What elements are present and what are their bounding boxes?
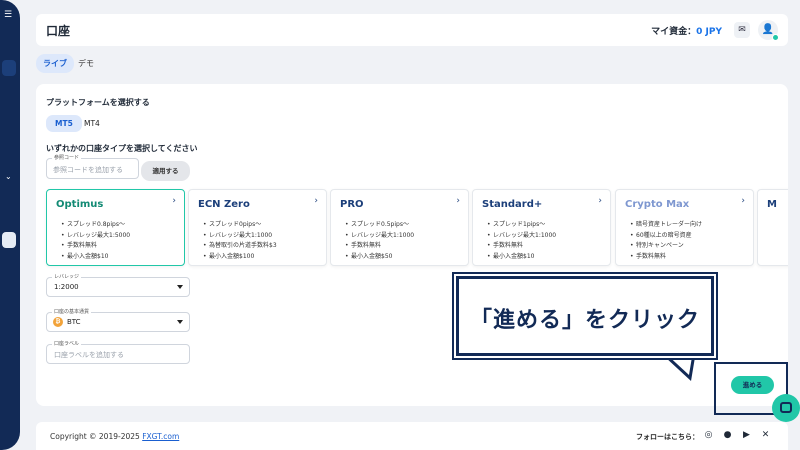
user-icon[interactable]: 👤	[758, 20, 779, 41]
account-label-label: 口座ラベル	[52, 340, 82, 347]
chat-icon	[780, 402, 792, 413]
next-button[interactable]: 進める	[731, 376, 774, 394]
page-title: 口座	[46, 24, 71, 38]
main-panel: プラットフォームを選択する MT5 MT4 いずれかの口座タイプを選択してくださ…	[36, 84, 788, 406]
account-type-heading: いずれかの口座タイプを選択してください	[46, 144, 198, 153]
caret-down-icon	[177, 320, 183, 324]
card-feature: レバレッジ最大1:1000	[487, 231, 556, 242]
card-feature: レバレッジ最大1:1000	[203, 231, 277, 242]
card-feature: 特別キャンペーン	[630, 241, 702, 252]
fund-amount: 0 JPY	[696, 27, 722, 37]
chat-button[interactable]	[772, 394, 800, 422]
facebook-icon[interactable]: ●	[722, 430, 733, 441]
card-feature: スプレッド1pips〜	[487, 220, 556, 231]
card-feature: 最小入金額$10	[487, 252, 556, 263]
currency-value: BTC	[67, 318, 81, 326]
card-feature: スプレッド0pips〜	[203, 220, 277, 231]
platform-mt4-button[interactable]: MT4	[84, 119, 100, 128]
card-name: Optimus	[56, 199, 104, 210]
card-feature: 為替取引の片道手数料$3	[203, 241, 277, 252]
platform-mt5-button[interactable]: MT5	[46, 115, 82, 132]
mail-icon[interactable]: ✉	[734, 22, 750, 38]
card-feature: レバレッジ最大1:1000	[345, 231, 414, 242]
arrow-right-icon: ›	[314, 196, 318, 206]
x-icon[interactable]: ✕	[760, 430, 771, 441]
tab-demo[interactable]: デモ	[78, 58, 94, 69]
caret-down-icon	[177, 285, 183, 289]
card-name: Crypto Max	[625, 199, 690, 210]
footer: Copyright © 2019-2025 FXGT.com フォローはこちら：…	[36, 422, 788, 450]
card-feature: 手数料無料	[487, 241, 556, 252]
leverage-label: レバレッジ	[52, 273, 82, 280]
leverage-value: 1:2000	[54, 283, 79, 291]
follow-label: フォローはこちら：	[636, 433, 699, 441]
fund-label: マイ資金：	[651, 27, 697, 37]
fund-balance: マイ資金：0 JPY	[651, 24, 722, 37]
currency-select[interactable]: 口座の基本通貨 ₿ BTC	[46, 308, 190, 332]
arrow-right-icon: ›	[456, 196, 460, 206]
instagram-icon[interactable]: ◎	[703, 430, 714, 441]
tab-live[interactable]: ライブ	[36, 54, 74, 73]
instruction-callout: 「進める」をクリック	[456, 276, 714, 356]
card-feature: 手数料無料	[61, 241, 130, 252]
card-crypto-max[interactable]: Crypto Max › 暗号資産トレーダー向け 60種以上の暗号資産 特別キャ…	[615, 189, 754, 266]
card-feature: 手数料無料	[345, 241, 414, 252]
sidebar-item-active[interactable]	[2, 60, 16, 76]
card-standard-plus[interactable]: Standard+ › スプレッド1pips〜 レバレッジ最大1:1000 手数…	[472, 189, 611, 266]
card-pro[interactable]: PRO › スプレッド0.5pips〜 レバレッジ最大1:1000 手数料無料 …	[330, 189, 469, 266]
account-type-cards: Optimus › スプレッド0.8pips〜 レバレッジ最大1:5000 手数…	[46, 189, 788, 267]
arrow-right-icon: ›	[172, 196, 176, 206]
copyright: Copyright © 2019-2025 FXGT.com	[50, 432, 179, 441]
currency-label: 口座の基本通貨	[52, 308, 92, 315]
platform-heading: プラットフォームを選択する	[46, 98, 150, 107]
sidebar: ☰ ⌄	[0, 0, 20, 450]
arrow-right-icon: ›	[741, 196, 745, 206]
status-dot	[772, 34, 779, 41]
card-name: M	[767, 199, 777, 210]
card-name: Standard+	[482, 199, 543, 210]
card-partial[interactable]: M	[757, 189, 788, 266]
site-link[interactable]: FXGT.com	[142, 432, 179, 441]
card-feature: 最小入金額$10	[61, 252, 130, 263]
card-feature: スプレッド0.8pips〜	[61, 220, 130, 231]
arrow-right-icon: ›	[598, 196, 602, 206]
account-label-field[interactable]: 口座ラベル 口座ラベルを追加する	[46, 340, 190, 364]
menu-icon[interactable]: ☰	[4, 10, 12, 20]
apply-button[interactable]: 適用する	[141, 161, 190, 181]
card-feature: 暗号資産トレーダー向け	[630, 220, 702, 231]
leverage-select[interactable]: レバレッジ 1:2000	[46, 273, 190, 297]
chevron-down-icon[interactable]: ⌄	[5, 172, 12, 181]
copyright-text: Copyright © 2019-2025	[50, 432, 143, 441]
callout-text: 「進める」をクリック	[469, 308, 700, 333]
btc-icon: ₿	[53, 317, 63, 327]
sidebar-item-selected[interactable]	[2, 232, 16, 248]
card-feature: レバレッジ最大1:5000	[61, 231, 130, 242]
card-name: PRO	[340, 199, 364, 210]
ref-code-input[interactable]: 参照コードを追加する	[53, 165, 123, 175]
ref-code-field[interactable]: 参照コード 参照コードを追加する	[46, 154, 139, 179]
youtube-icon[interactable]: ▶	[741, 430, 752, 441]
top-bar: 口座 マイ資金：0 JPY ✉ 👤	[36, 14, 788, 46]
card-feature: 最小入金額$100	[203, 252, 277, 263]
card-feature: スプレッド0.5pips〜	[345, 220, 414, 231]
card-feature: 手数料無料	[630, 252, 702, 263]
ref-code-label: 参照コード	[52, 154, 82, 161]
card-feature: 最小入金額$50	[345, 252, 414, 263]
account-label-input[interactable]: 口座ラベルを追加する	[54, 350, 124, 360]
card-name: ECN Zero	[198, 199, 250, 210]
card-optimus[interactable]: Optimus › スプレッド0.8pips〜 レバレッジ最大1:5000 手数…	[46, 189, 185, 266]
card-ecn-zero[interactable]: ECN Zero › スプレッド0pips〜 レバレッジ最大1:1000 為替取…	[188, 189, 327, 266]
card-feature: 60種以上の暗号資産	[630, 231, 702, 242]
